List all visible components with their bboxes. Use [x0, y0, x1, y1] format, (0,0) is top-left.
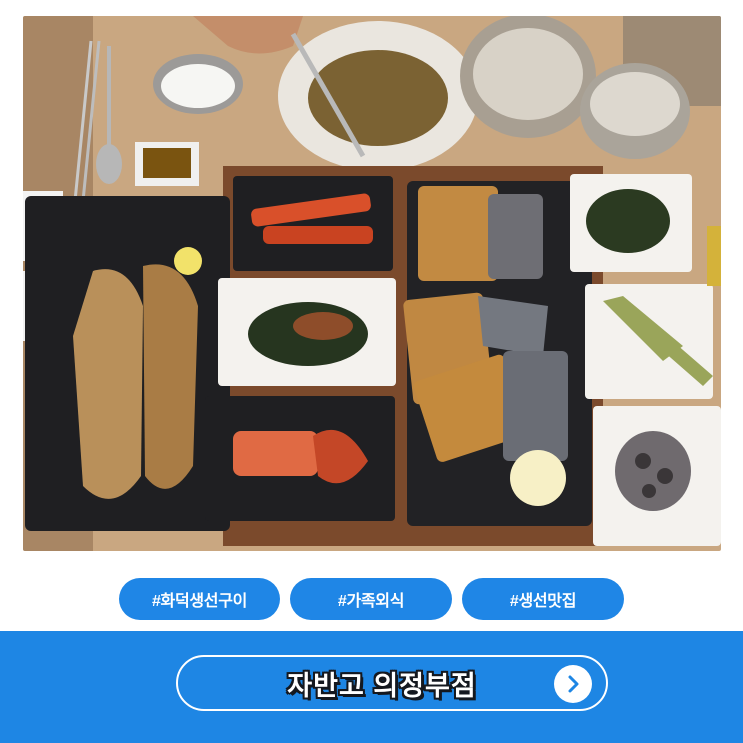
hashtag-list: #화덕생선구이 #가족외식 #생선맛집: [0, 578, 743, 620]
hashtag-button[interactable]: #화덕생선구이: [119, 578, 280, 620]
meal-photo: [23, 16, 721, 551]
cta-banner: 자반고 의정부점: [0, 631, 743, 743]
store-name-label: 자반고 의정부점: [287, 670, 477, 701]
store-link-button[interactable]: 자반고 의정부점: [176, 655, 608, 711]
hashtag-button[interactable]: #생선맛집: [462, 578, 624, 620]
chevron-right-icon[interactable]: [554, 665, 592, 703]
meal-illustration: [23, 16, 721, 551]
hashtag-button[interactable]: #가족외식: [290, 578, 452, 620]
